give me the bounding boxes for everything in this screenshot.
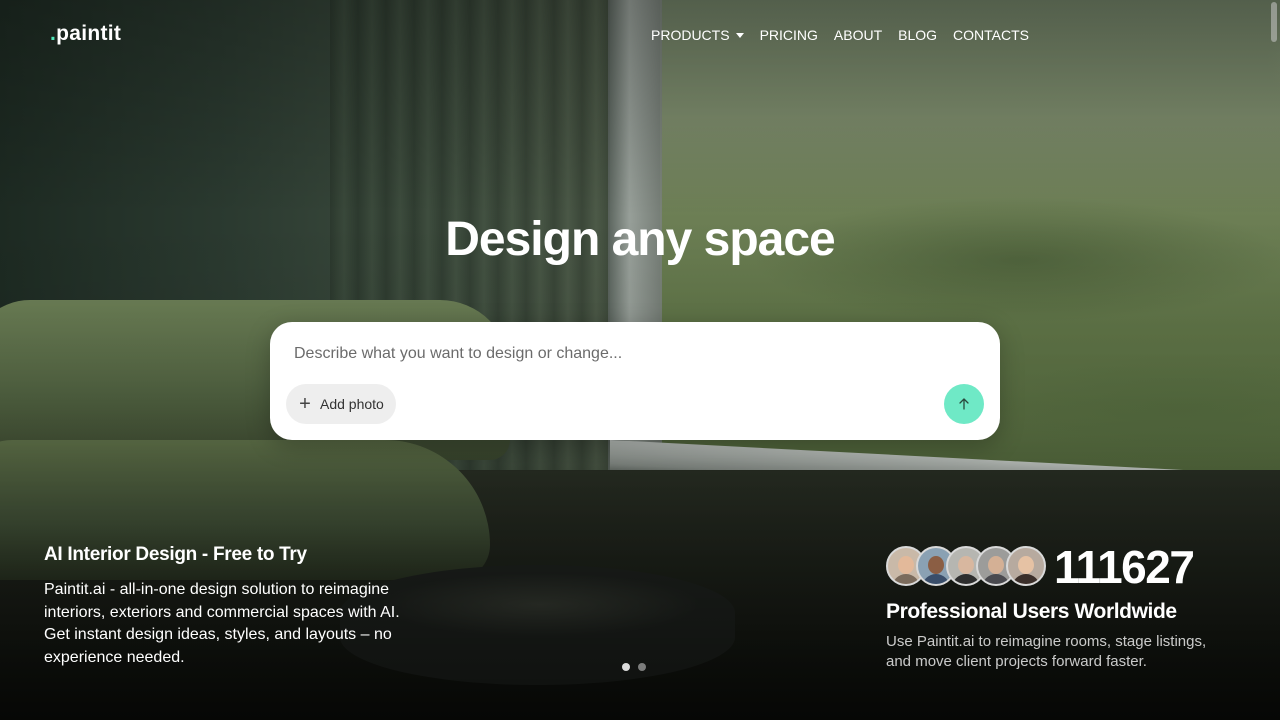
chevron-down-icon [735,32,744,38]
intro-title: AI Interior Design - Free to Try [44,544,307,565]
arrow-up-icon [959,398,969,410]
avatar [1006,546,1046,586]
prompt-box: + Add photo [270,322,1000,440]
hero-title: Design any space [445,213,836,266]
users-title: Professional Users Worldwide [886,600,1177,623]
main-nav: PRODUCTS PRICING ABOUT BLOG CONTACTS [651,27,1029,43]
logo-text: paintit [56,22,122,45]
carousel-dots [622,663,646,671]
scrollbar-thumb[interactable] [1271,2,1277,42]
add-photo-button[interactable]: + Add photo [286,384,396,424]
user-avatars [886,546,1046,586]
prompt-input[interactable] [292,344,936,364]
carousel-dot[interactable] [638,663,646,671]
nav-about[interactable]: ABOUT [834,27,882,43]
nav-products[interactable]: PRODUCTS [651,27,744,43]
scrollbar[interactable] [1268,0,1280,720]
user-count: 111627 [1054,541,1195,593]
logo[interactable]: .paintit [50,22,121,46]
nav-blog[interactable]: BLOG [898,27,937,43]
send-button[interactable] [944,384,984,424]
plus-icon: + [299,393,311,415]
users-text: Use Paintit.ai to reimagine rooms, stage… [886,633,1207,670]
carousel-dot[interactable] [622,663,630,671]
intro-text: Paintit.ai - all-in-one design solution … [44,581,400,666]
nav-contacts[interactable]: CONTACTS [953,27,1029,43]
nav-pricing[interactable]: PRICING [760,27,818,43]
add-photo-label: Add photo [320,396,384,412]
